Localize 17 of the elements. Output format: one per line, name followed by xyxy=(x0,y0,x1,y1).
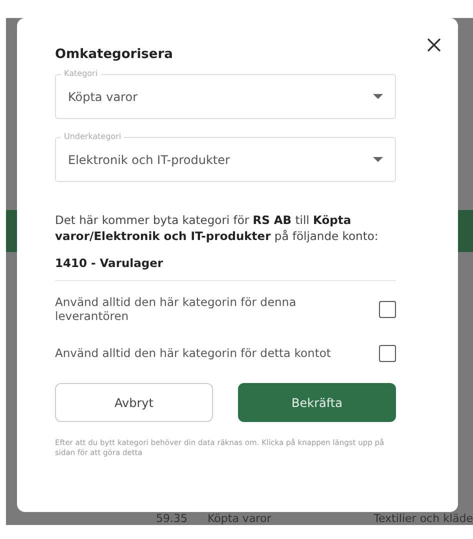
caret-icon xyxy=(373,94,383,100)
account-name: 1410 - Varulager xyxy=(55,256,164,270)
close-icon[interactable] xyxy=(426,37,442,53)
checkbox[interactable] xyxy=(379,300,396,318)
caret-icon xyxy=(373,156,383,162)
select-field[interactable]: Underkategori Elektronik och IT-produkter xyxy=(55,131,396,182)
table-cell: Köpta varor xyxy=(208,512,272,525)
dialog-title: Omkategorisera xyxy=(55,46,173,62)
table-cell: 59.35 xyxy=(156,512,188,525)
select-field[interactable]: Kategori Köpta varor xyxy=(55,68,396,119)
checkbox[interactable] xyxy=(379,344,396,362)
confirm-button[interactable]: Bekräfta xyxy=(238,383,396,422)
cancel-button[interactable]: Avbryt xyxy=(55,383,213,422)
checkbox-label: Använd alltid den här kategorin för detta kontot xyxy=(55,346,331,360)
checkbox-label: Använd alltid den här kategorin för denna leverantören xyxy=(55,295,298,323)
table-cell: Textilier och kläde xyxy=(374,512,473,525)
info-message: Det här kommer byta kategori för RS AB till Köpta varor/Elektronik och IT-produkter på följande konto: xyxy=(55,212,380,244)
